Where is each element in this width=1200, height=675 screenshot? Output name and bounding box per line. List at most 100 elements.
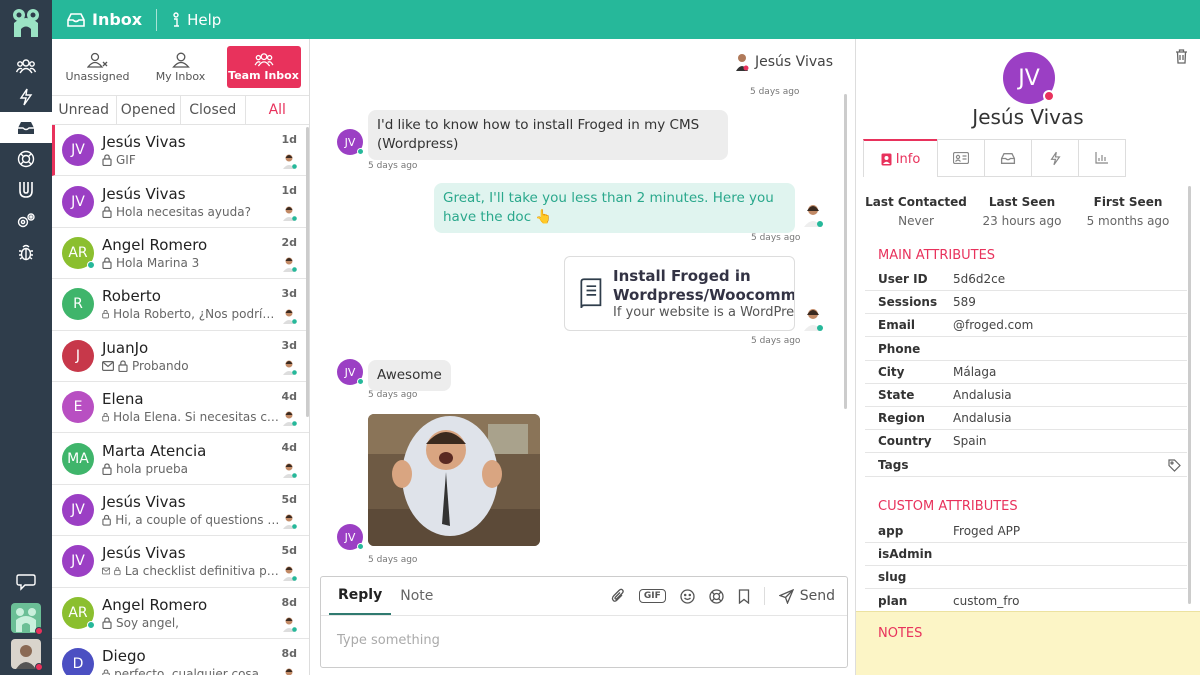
agent-avatar	[283, 463, 297, 478]
contact-avatar: J	[62, 339, 94, 372]
contact-name: Jesús Vivas	[102, 133, 186, 152]
inbox-icon[interactable]	[0, 112, 52, 143]
list-scrollbar[interactable]	[306, 127, 309, 417]
conversation-item[interactable]: AR Angel Romero Hola Marina 3 2d	[52, 228, 309, 280]
help-nav[interactable]: Help	[157, 11, 235, 29]
stat-last-seen: Last Seen 23 hours ago	[969, 195, 1075, 228]
attribute-row[interactable]: isAdmin	[865, 543, 1187, 567]
tab-reply[interactable]: Reply	[329, 577, 392, 615]
inbox-nav[interactable]: Inbox	[52, 10, 156, 29]
tab-id-card[interactable]	[937, 139, 985, 177]
lock-icon	[102, 257, 112, 269]
reply-input[interactable]: Type something	[337, 633, 440, 648]
attribute-row[interactable]: State Andalusia	[865, 384, 1187, 407]
attribute-row[interactable]: User ID 5d6d2ce	[865, 268, 1187, 291]
attribute-row[interactable]: Tags	[865, 454, 1187, 477]
settings-icon[interactable]	[0, 205, 52, 236]
filter-closed[interactable]: Closed	[181, 96, 246, 124]
user-icon	[171, 52, 190, 68]
filter-all[interactable]: All	[246, 96, 310, 124]
attribute-row[interactable]: Country Spain	[865, 430, 1187, 454]
attribute-row[interactable]: Region Andalusia	[865, 407, 1187, 431]
main-attributes-title: MAIN ATTRIBUTES	[878, 248, 996, 263]
message-time: 5 days ago	[751, 336, 801, 346]
attribute-value: Andalusia	[953, 388, 1012, 402]
conversation-item[interactable]: MA Marta Atencia hola prueba 4d	[52, 433, 309, 485]
tag-icon[interactable]	[1168, 459, 1181, 472]
contact-name[interactable]: Jesús Vivas	[755, 54, 833, 70]
conversation-time: 4d	[281, 441, 297, 455]
info-icon	[173, 11, 180, 27]
conversation-item[interactable]: AR Angel Romero Soy angel, 8d	[52, 588, 309, 639]
message-preview: perfecto, cualquier cosa nos dices	[102, 667, 280, 675]
message-time: 5 days ago	[368, 390, 418, 400]
help-ring-icon[interactable]	[0, 143, 52, 174]
conversation-item[interactable]: JV Jesús Vivas Hi, a couple of questions…	[52, 485, 309, 537]
profile-panel: JV Jesús Vivas Info Last Contacted Never …	[856, 39, 1200, 675]
contact-avatar: AR	[62, 236, 95, 269]
inbox-icon	[67, 12, 85, 27]
tab-team-inbox[interactable]: Team Inbox	[226, 46, 301, 88]
agent-avatar	[804, 205, 823, 227]
bug-icon[interactable]	[0, 236, 52, 267]
team-avatar[interactable]	[11, 603, 43, 635]
bolt-icon[interactable]	[0, 81, 52, 112]
conversation-item[interactable]: J JuanJo Probando 3d	[52, 331, 309, 382]
chat-header: Jesús Vivas	[310, 39, 855, 85]
message-preview: Hi, a couple of questions here	[102, 513, 280, 527]
user-avatar[interactable]	[11, 639, 43, 671]
stat-value: 5 months ago	[1086, 214, 1170, 228]
filter-unread[interactable]: Unread	[52, 96, 117, 124]
filter-opened[interactable]: Opened	[117, 96, 181, 124]
filter-tabs: Unread Opened Closed All	[52, 95, 309, 125]
conversation-item[interactable]: JV Jesús Vivas La checklist definitiva p…	[52, 536, 309, 588]
conversation-item[interactable]: JV Jesús Vivas Hola necesitas ayuda? 1d	[52, 176, 309, 228]
froged-logo-icon[interactable]	[0, 0, 52, 46]
lock-icon	[118, 360, 128, 372]
tab-my-inbox[interactable]: My Inbox	[144, 46, 218, 88]
conversation-item[interactable]: E Elena Hola Elena. Si necesitas cualqui…	[52, 382, 309, 434]
chat-icon[interactable]	[16, 567, 36, 597]
tab-inbox[interactable]	[984, 139, 1032, 177]
lock-icon	[102, 514, 111, 526]
tab-info[interactable]: Info	[863, 139, 938, 177]
gif-button[interactable]: GIF	[638, 589, 666, 603]
bookmark-icon[interactable]	[738, 588, 750, 604]
notes-title: NOTES	[878, 626, 923, 641]
attribute-row[interactable]: Sessions 589	[865, 291, 1187, 315]
attribute-row[interactable]: app Froged APP	[865, 520, 1187, 543]
conversation-item[interactable]: D Diego perfecto, cualquier cosa nos dic…	[52, 639, 309, 675]
help-ring-icon[interactable]	[709, 588, 724, 604]
stat-label: Last Seen	[988, 195, 1056, 209]
emoji-icon[interactable]	[680, 588, 695, 604]
magnet-icon[interactable]	[0, 174, 52, 205]
chat-scrollbar[interactable]	[844, 94, 847, 409]
tab-bolt[interactable]	[1031, 139, 1079, 177]
attribute-row[interactable]: Phone	[865, 338, 1187, 361]
notes-section[interactable]: NOTES	[856, 611, 1200, 675]
attribute-key: slug	[878, 570, 907, 585]
attribute-row[interactable]: slug	[865, 566, 1187, 590]
attribute-row[interactable]: City Málaga	[865, 361, 1187, 384]
profile-scrollbar[interactable]	[1188, 186, 1191, 604]
team-icon[interactable]	[0, 50, 52, 81]
attachment-icon[interactable]	[611, 588, 625, 604]
preview-text: perfecto, cualquier cosa nos dices	[114, 667, 280, 675]
conversation-item[interactable]: R Roberto Hola Roberto, ¿Nos podrías ayu…	[52, 279, 309, 331]
preview-text: Hola Marina 3	[116, 255, 200, 270]
send-button[interactable]: Send	[778, 588, 835, 604]
article-subtitle: If your website is a WordPress	[613, 305, 795, 320]
chat-panel: Jesús Vivas 5 days ago JV I'd like to kn…	[310, 39, 856, 675]
tab-stats[interactable]	[1078, 139, 1126, 177]
agent-avatar	[283, 257, 297, 273]
gif-image[interactable]	[368, 414, 540, 546]
attribute-row[interactable]: Email @froged.com	[865, 314, 1187, 338]
tab-unassigned[interactable]: Unassigned	[61, 46, 135, 88]
conversation-item[interactable]: JV Jesús Vivas GIF 1d	[52, 125, 309, 177]
tab-note[interactable]: Note	[391, 577, 442, 615]
preview-text: Probando	[132, 358, 189, 373]
attribute-row[interactable]: plan custom_fro	[865, 590, 1187, 613]
article-card[interactable]: Install Froged in Wordpress/Woocommerce …	[564, 256, 795, 331]
trash-icon[interactable]	[1175, 49, 1188, 64]
contact-avatar[interactable]	[735, 53, 749, 71]
